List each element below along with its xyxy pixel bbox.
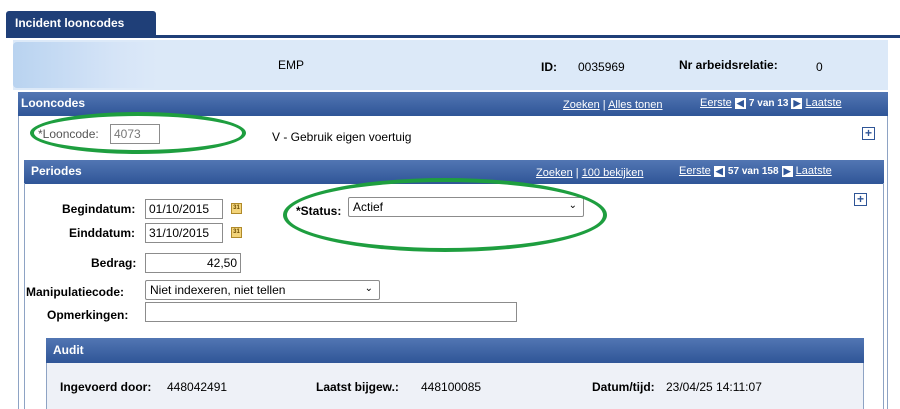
- periodes-view100-link[interactable]: 100 bekijken: [582, 167, 644, 179]
- opmerkingen-field[interactable]: [145, 302, 517, 322]
- looncodes-first-link[interactable]: Eerste: [700, 97, 732, 109]
- manipulatiecode-label: Manipulatiecode:: [26, 285, 125, 299]
- highlight-oval-status: [283, 178, 607, 252]
- id-value: 0035969: [578, 60, 625, 74]
- looncodes-title: Looncodes: [21, 96, 86, 110]
- datum-tijd-label: Datum/tijd:: [592, 380, 655, 394]
- chevron-down-icon: ⌄: [364, 283, 373, 294]
- triangle-left-icon[interactable]: ◀: [713, 165, 725, 177]
- highlight-oval-looncode: [30, 112, 246, 154]
- periodes-last-link[interactable]: Laatste: [796, 165, 832, 177]
- ingevoerd-door-value: 448042491: [167, 380, 228, 394]
- einddatum-field[interactable]: 31/10/2015: [145, 223, 223, 243]
- looncodes-nav: Zoeken | Alles tonen: [563, 99, 663, 111]
- add-looncode-plus-icon[interactable]: +: [862, 127, 875, 140]
- triangle-right-icon[interactable]: ▶: [781, 165, 793, 177]
- periodes-find-link[interactable]: Zoeken: [536, 167, 573, 179]
- nr-arbeidsrelatie-value: 0: [816, 60, 823, 74]
- laatst-bijgewerkt-value: 448100085: [421, 380, 482, 394]
- periodes-count: 57 van 158: [727, 166, 779, 177]
- begindatum-field[interactable]: 01/10/2015: [145, 199, 223, 219]
- manipulatiecode-value: Niet indexeren, niet tellen: [150, 283, 286, 297]
- datum-tijd-value: 23/04/25 14:11:07: [666, 380, 762, 394]
- redacted-employee-name: [13, 42, 158, 88]
- opmerkingen-label: Opmerkingen:: [47, 308, 129, 322]
- id-label: ID:: [541, 60, 557, 74]
- looncodes-pager: Eerste ◀ 7 van 13 ▶ Laatste: [700, 97, 842, 109]
- laatst-bijgewerkt-label: Laatst bijgew.:: [316, 380, 399, 394]
- periodes-title: Periodes: [31, 164, 82, 178]
- tab-underline: [6, 35, 900, 38]
- ingevoerd-door-label: Ingevoerd door:: [60, 380, 152, 394]
- looncodes-show-all-link[interactable]: Alles tonen: [608, 99, 662, 111]
- periodes-pager: Eerste ◀ 57 van 158 ▶ Laatste: [679, 165, 832, 177]
- periodes-first-link[interactable]: Eerste: [679, 165, 711, 177]
- tab-incident-looncodes[interactable]: Incident looncodes: [6, 11, 156, 36]
- triangle-right-icon[interactable]: ▶: [791, 97, 803, 109]
- audit-bar: Audit: [46, 338, 864, 363]
- calendar-icon[interactable]: 31: [231, 227, 242, 238]
- looncodes-find-link[interactable]: Zoeken: [563, 99, 600, 111]
- separator: |: [602, 99, 606, 111]
- bedrag-field[interactable]: 42,50: [145, 253, 241, 273]
- manipulatiecode-select[interactable]: Niet indexeren, niet tellen ⌄: [145, 280, 380, 300]
- looncodes-count: 7 van 13: [748, 98, 789, 109]
- nr-arbeidsrelatie-label: Nr arbeidsrelatie:: [679, 58, 778, 72]
- looncode-description: V - Gebruik eigen voertuig: [272, 130, 412, 144]
- bedrag-label: Bedrag:: [91, 256, 137, 270]
- periodes-nav: Zoeken | 100 bekijken: [536, 167, 643, 179]
- calendar-icon[interactable]: 31: [231, 203, 242, 214]
- looncodes-last-link[interactable]: Laatste: [806, 97, 842, 109]
- emp-label: EMP: [278, 58, 305, 72]
- begindatum-label: Begindatum:: [62, 202, 136, 216]
- separator: |: [575, 167, 579, 179]
- triangle-left-icon[interactable]: ◀: [734, 97, 746, 109]
- add-periode-plus-icon[interactable]: +: [854, 193, 867, 206]
- einddatum-label: Einddatum:: [69, 226, 135, 240]
- audit-title: Audit: [53, 343, 84, 357]
